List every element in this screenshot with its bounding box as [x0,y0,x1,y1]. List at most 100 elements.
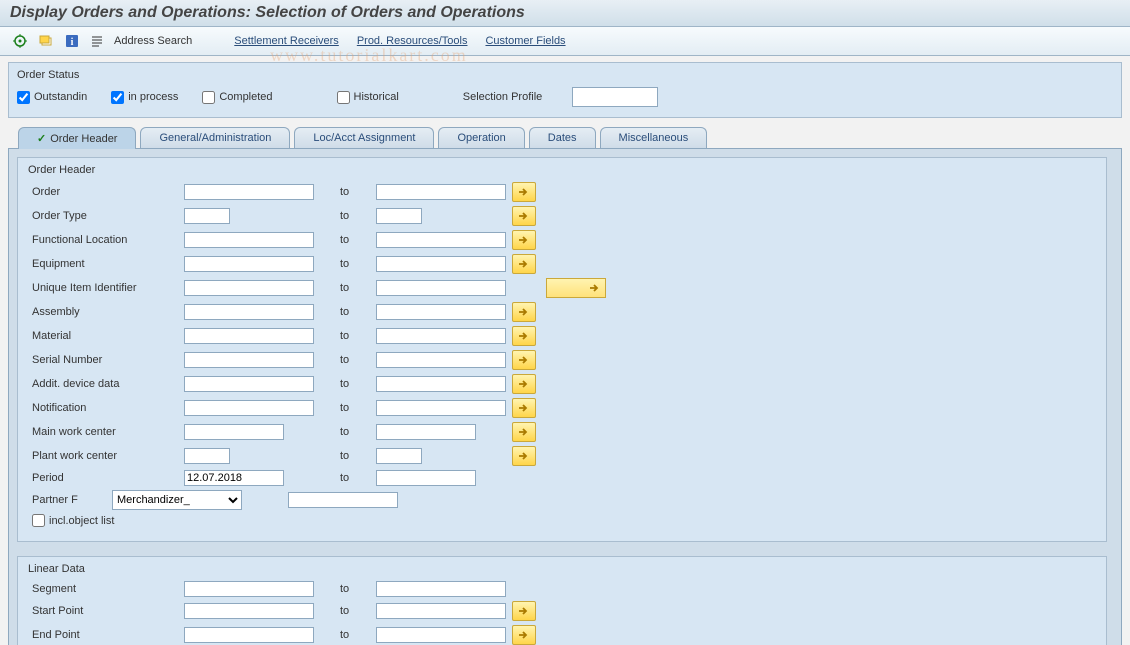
oh-row: Notificationto [28,398,1096,418]
tab-misc[interactable]: Miscellaneous [600,127,708,148]
in-process-checkbox[interactable]: in process [111,91,178,104]
multiple-selection-button[interactable] [512,422,536,442]
oh-from-input[interactable] [184,424,284,440]
ld-row: End Point to [28,625,1096,645]
tab-content-scroll[interactable]: Order Header OrdertoOrder TypetoFunction… [17,157,1113,645]
historical-checkbox[interactable]: Historical [337,91,399,104]
oh-label: Period [28,472,178,484]
tabstrip: ✓Order Header General/Administration Loc… [8,126,1122,149]
prt-button[interactable]: Prod. Resources/Tools [351,33,474,49]
oh-row: Main work centerto [28,422,1096,442]
ld-from-input[interactable] [184,603,314,619]
oh-to-input[interactable] [376,352,506,368]
oh-from-input[interactable] [184,256,314,272]
incl-object-list-checkbox[interactable]: incl.object list [28,514,1096,527]
oh-to-input[interactable] [376,184,506,200]
multiple-selection-button[interactable] [546,278,606,298]
oh-to-input[interactable] [376,376,506,392]
oh-from-input[interactable] [184,304,314,320]
oh-to-input[interactable] [376,470,476,486]
to-label: to [320,186,370,198]
oh-from-input[interactable] [184,280,314,296]
oh-row: Plant work center to [28,446,1096,466]
list-icon[interactable] [88,31,106,51]
tab-dates[interactable]: Dates [529,127,596,148]
to-label: to [320,378,370,390]
multiple-selection-button[interactable] [512,326,536,346]
multiple-selection-button[interactable] [512,374,536,394]
oh-from-input[interactable] [184,448,230,464]
to-label: to [320,282,370,294]
ld-to-input[interactable] [376,627,506,643]
oh-label: Equipment [28,258,178,270]
order-status-group: Order Status Outstandin in process Compl… [8,62,1122,118]
multiple-selection-button[interactable] [512,302,536,322]
tab-loc-acct[interactable]: Loc/Acct Assignment [294,127,434,148]
multiple-selection-button[interactable] [512,625,536,645]
oh-label: Serial Number [28,354,178,366]
tab-order-header[interactable]: ✓Order Header [18,127,136,149]
to-label: to [320,450,370,462]
oh-label: Assembly [28,306,178,318]
multiple-selection-button[interactable] [512,182,536,202]
oh-from-input[interactable] [184,376,314,392]
oh-to-input[interactable] [376,208,422,224]
oh-row: Order Typeto [28,206,1096,226]
multiple-selection-button[interactable] [512,446,536,466]
ld-label: End Point [28,629,178,641]
oh-label: Addit. device data [28,378,178,390]
settlement-receivers-button[interactable]: Settlement Receivers [228,33,345,49]
ld-from-input[interactable] [184,581,314,597]
oh-from-input[interactable] [184,352,314,368]
oh-from-input[interactable] [184,184,314,200]
selection-profile-input[interactable] [572,87,658,107]
execute-icon[interactable] [10,31,30,51]
linear-data-fieldset: Linear Data SegmenttoStart PointtoEnd Po… [17,556,1107,645]
oh-to-input[interactable] [376,280,506,296]
selection-profile-label: Selection Profile [463,91,543,103]
customer-fields-button[interactable]: Customer Fields [479,33,571,49]
partner-row: Partner F Merchandizer_ [28,490,1096,510]
oh-to-input[interactable] [376,232,506,248]
to-label: to [320,258,370,270]
multiple-selection-button[interactable] [512,398,536,418]
multiple-selection-button[interactable] [512,230,536,250]
oh-to-input[interactable] [376,328,506,344]
oh-to-input[interactable] [376,304,506,320]
oh-label: Functional Location [28,234,178,246]
info-icon[interactable]: i [62,31,82,51]
oh-from-input[interactable] [184,400,314,416]
ld-to-input[interactable] [376,581,506,597]
oh-from-input[interactable] [184,232,314,248]
oh-from-input[interactable] [184,328,314,344]
partner-extra-input[interactable] [288,492,398,508]
outstanding-checkbox[interactable]: Outstandin [17,91,87,104]
oh-to-input[interactable] [376,448,422,464]
tab-operation[interactable]: Operation [438,127,524,148]
oh-to-input[interactable] [376,400,506,416]
ld-from-input[interactable] [184,627,314,643]
linear-data-legend: Linear Data [28,563,1096,575]
oh-row: Assemblyto [28,302,1096,322]
to-label: to [320,354,370,366]
multiple-selection-button[interactable] [512,350,536,370]
oh-to-input[interactable] [376,256,506,272]
tab-general-admin[interactable]: General/Administration [140,127,290,148]
multiple-selection-button[interactable] [512,601,536,621]
completed-checkbox[interactable]: Completed [202,91,272,104]
oh-label: Order [28,186,178,198]
oh-label: Plant work center [28,450,178,462]
oh-from-input[interactable] [184,470,284,486]
multiple-selection-button[interactable] [512,206,536,226]
page-title: Display Orders and Operations: Selection… [0,0,1130,27]
oh-row: Materialto [28,326,1096,346]
to-label: to [320,629,370,641]
ld-to-input[interactable] [376,603,506,619]
oh-from-input[interactable] [184,208,230,224]
oh-to-input[interactable] [376,424,476,440]
partner-select[interactable]: Merchandizer_ [112,490,242,510]
get-variant-icon[interactable] [36,31,56,51]
address-search-button[interactable]: Address Search [108,33,198,49]
ld-label: Segment [28,583,178,595]
multiple-selection-button[interactable] [512,254,536,274]
